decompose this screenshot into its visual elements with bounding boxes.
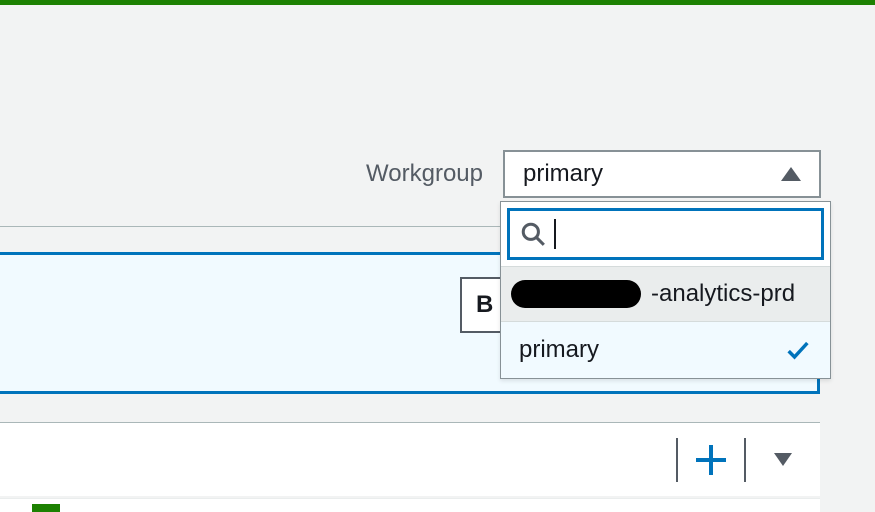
bottom-strip — [0, 498, 820, 512]
workgroup-dropdown: -analytics-prd primary — [500, 201, 831, 379]
workgroup-option-primary[interactable]: primary — [501, 322, 830, 378]
search-box[interactable] — [507, 208, 824, 260]
plus-icon[interactable] — [696, 445, 726, 475]
separator — [744, 438, 746, 482]
caret-up-icon — [781, 167, 801, 181]
separator — [676, 438, 678, 482]
workgroup-label: Workgroup — [366, 160, 483, 188]
redacted-text — [511, 280, 641, 308]
search-wrap — [501, 202, 830, 266]
caret-down-icon[interactable] — [774, 453, 792, 466]
workgroup-select-value: primary — [523, 160, 603, 188]
tiny-accent — [32, 504, 60, 512]
partial-button-label: B — [476, 291, 493, 319]
check-icon — [784, 336, 812, 364]
workgroup-option-analytics-prd[interactable]: -analytics-prd — [501, 266, 830, 322]
search-icon — [520, 221, 546, 247]
text-cursor — [554, 219, 556, 249]
bottom-toolbar — [0, 422, 820, 496]
option-label: primary — [519, 336, 599, 364]
workgroup-row: Workgroup primary — [0, 150, 821, 198]
workgroup-select[interactable]: primary — [503, 150, 821, 198]
top-accent-bar — [0, 0, 875, 5]
divider-line — [0, 226, 500, 227]
option-label: -analytics-prd — [651, 280, 795, 308]
